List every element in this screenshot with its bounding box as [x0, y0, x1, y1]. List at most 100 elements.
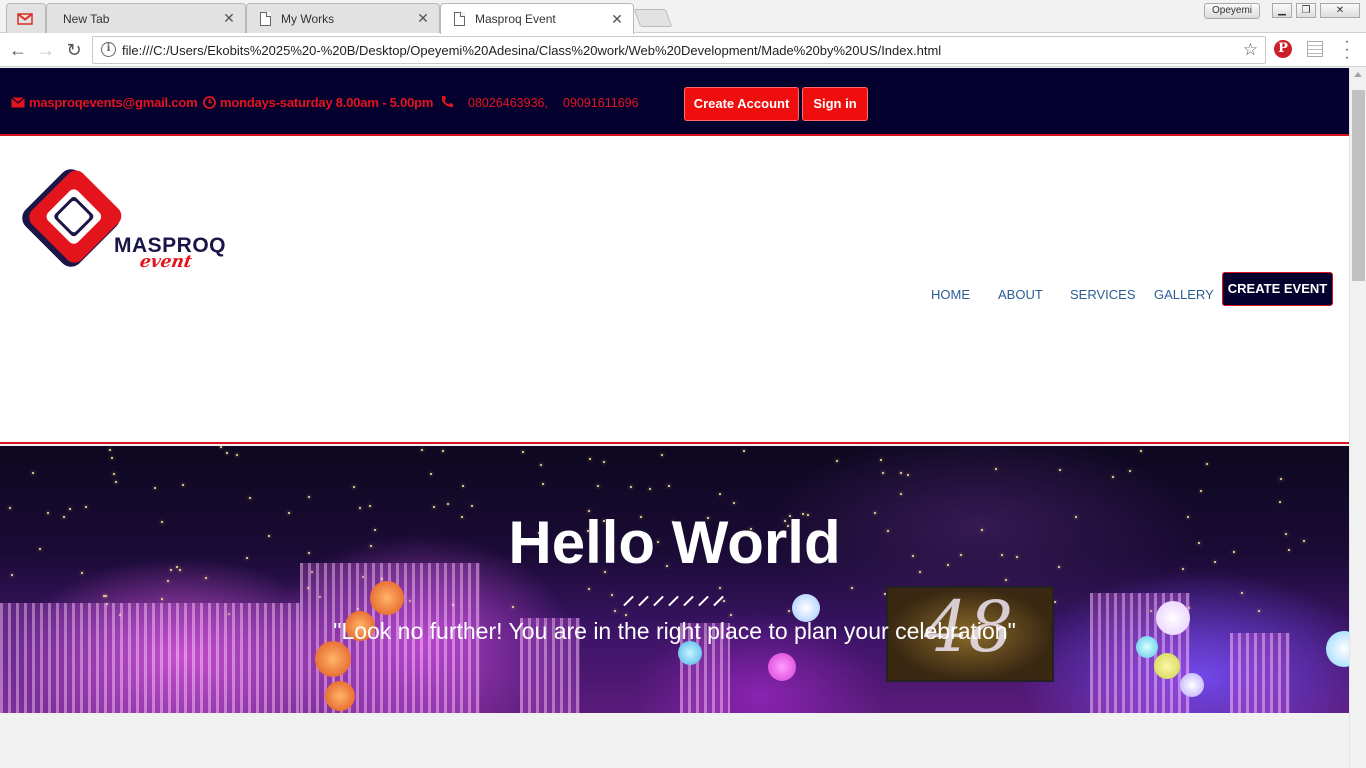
star-light	[597, 485, 599, 487]
star-light	[103, 595, 105, 597]
email-info[interactable]: masproqevents@gmail.com	[11, 95, 198, 110]
star-light	[589, 458, 591, 460]
address-bar[interactable]: i file:///C:/Users/Ekobits%2025%20-%20B/…	[92, 36, 1266, 64]
star-light	[1140, 450, 1142, 452]
star-light	[1241, 592, 1243, 594]
tab-my-works[interactable]: My Works ✕	[246, 3, 440, 33]
close-icon[interactable]: ✕	[221, 10, 237, 27]
create-event-button[interactable]: CREATE EVENT	[1222, 272, 1333, 306]
star-light	[522, 451, 524, 453]
star-light	[205, 577, 207, 579]
star-light	[182, 484, 184, 486]
menu-dots-icon[interactable]: · · ·	[1342, 34, 1352, 66]
star-light	[1206, 463, 1208, 465]
new-tab-button[interactable]	[633, 9, 673, 27]
site-logo[interactable]: MASPROQ event	[18, 166, 238, 276]
logo-subtitle: event	[138, 252, 194, 272]
star-light	[471, 505, 473, 507]
star-light	[1005, 579, 1007, 581]
restore-button[interactable]: ❐	[1296, 3, 1316, 18]
star-light	[907, 474, 909, 476]
star-light	[743, 450, 745, 452]
forward-arrow-icon[interactable]: →	[34, 38, 58, 62]
hours-text: mondays-saturday 8.00am - 5.00pm	[220, 95, 434, 110]
hero-curtain	[1230, 633, 1290, 713]
email-text: masproqevents@gmail.com	[29, 95, 198, 110]
phone-number-2[interactable]: 09091611696	[563, 96, 639, 110]
document-icon	[453, 12, 465, 26]
nav-services[interactable]: SERVICES	[1070, 287, 1136, 302]
close-icon[interactable]: ✕	[415, 10, 431, 27]
clock-icon	[203, 96, 216, 109]
scroll-thumb[interactable]	[1352, 90, 1365, 281]
star-light	[603, 461, 605, 463]
info-icon[interactable]: i	[101, 42, 116, 57]
star-light	[788, 610, 790, 612]
hero-divider	[622, 594, 726, 608]
star-light	[540, 464, 542, 466]
reload-icon[interactable]: ↻	[62, 38, 86, 62]
star-light	[1200, 490, 1202, 492]
phone-number-1[interactable]: 08026463936,	[468, 96, 548, 110]
pinterest-icon[interactable]: P	[1274, 40, 1292, 58]
close-icon[interactable]: ✕	[609, 11, 625, 28]
tab-title: Masproq Event	[475, 12, 556, 26]
star-light	[882, 472, 884, 474]
star-light	[900, 493, 902, 495]
star-light	[661, 454, 663, 456]
star-light	[115, 481, 117, 483]
minimize-button[interactable]: ▁	[1272, 3, 1292, 18]
lantern-orb	[370, 581, 404, 615]
create-account-button[interactable]: Create Account	[684, 87, 799, 121]
star-light	[1112, 476, 1114, 478]
star-light	[1129, 470, 1131, 472]
extension-icon[interactable]	[1307, 41, 1323, 57]
nav-about[interactable]: ABOUT	[998, 287, 1043, 302]
logo-mark-icon	[22, 169, 122, 267]
star-light	[421, 449, 423, 451]
site-header: MASPROQ event HOME ABOUT SERVICES GALLER…	[0, 136, 1349, 444]
tab-title: New Tab	[63, 11, 110, 26]
url-text[interactable]: file:///C:/Users/Ekobits%2025%20-%20B/De…	[122, 43, 941, 58]
star-light	[512, 606, 514, 608]
star-light	[630, 486, 632, 488]
star-light	[668, 485, 670, 487]
light-orb	[1154, 653, 1180, 679]
star-light	[1054, 601, 1056, 603]
back-arrow-icon[interactable]: ←	[6, 38, 30, 62]
tab-new-tab[interactable]: New Tab ✕	[46, 3, 246, 33]
lantern-orb	[325, 681, 355, 711]
sign-in-button[interactable]: Sign in	[802, 87, 868, 121]
nav-gallery[interactable]: GALLERY	[1154, 287, 1214, 302]
gmail-icon	[17, 11, 33, 27]
star-light	[111, 457, 113, 459]
document-icon	[259, 11, 271, 26]
star-light	[836, 460, 838, 462]
star-light	[588, 588, 590, 590]
phone-icon	[440, 95, 454, 109]
browser-toolbar: ← → ↻ i file:///C:/Users/Ekobits%2025%20…	[0, 33, 1366, 67]
star-light	[32, 472, 34, 474]
scroll-up-icon[interactable]	[1354, 72, 1362, 77]
star-light	[1059, 469, 1061, 471]
bookmark-star-icon[interactable]: ☆	[1243, 40, 1258, 60]
content-section	[0, 713, 1349, 768]
page-viewport: masproqevents@gmail.com mondays-saturday…	[0, 68, 1349, 768]
star-light	[442, 450, 444, 452]
star-light	[369, 505, 371, 507]
star-light	[1279, 501, 1281, 503]
nav-home[interactable]: HOME	[931, 287, 970, 302]
star-light	[900, 472, 902, 474]
light-orb	[768, 653, 796, 681]
star-light	[880, 459, 882, 461]
close-window-button[interactable]: ✕	[1320, 3, 1360, 18]
tab-title: My Works	[281, 11, 335, 26]
page-scrollbar[interactable]	[1349, 68, 1366, 768]
star-light	[236, 454, 238, 456]
star-light	[353, 486, 355, 488]
profile-button[interactable]: Opeyemi	[1204, 3, 1260, 19]
star-light	[220, 446, 222, 448]
tab-gmail[interactable]	[6, 3, 46, 33]
star-light	[1280, 478, 1282, 480]
tab-masproq-event[interactable]: Masproq Event ✕	[440, 3, 634, 34]
